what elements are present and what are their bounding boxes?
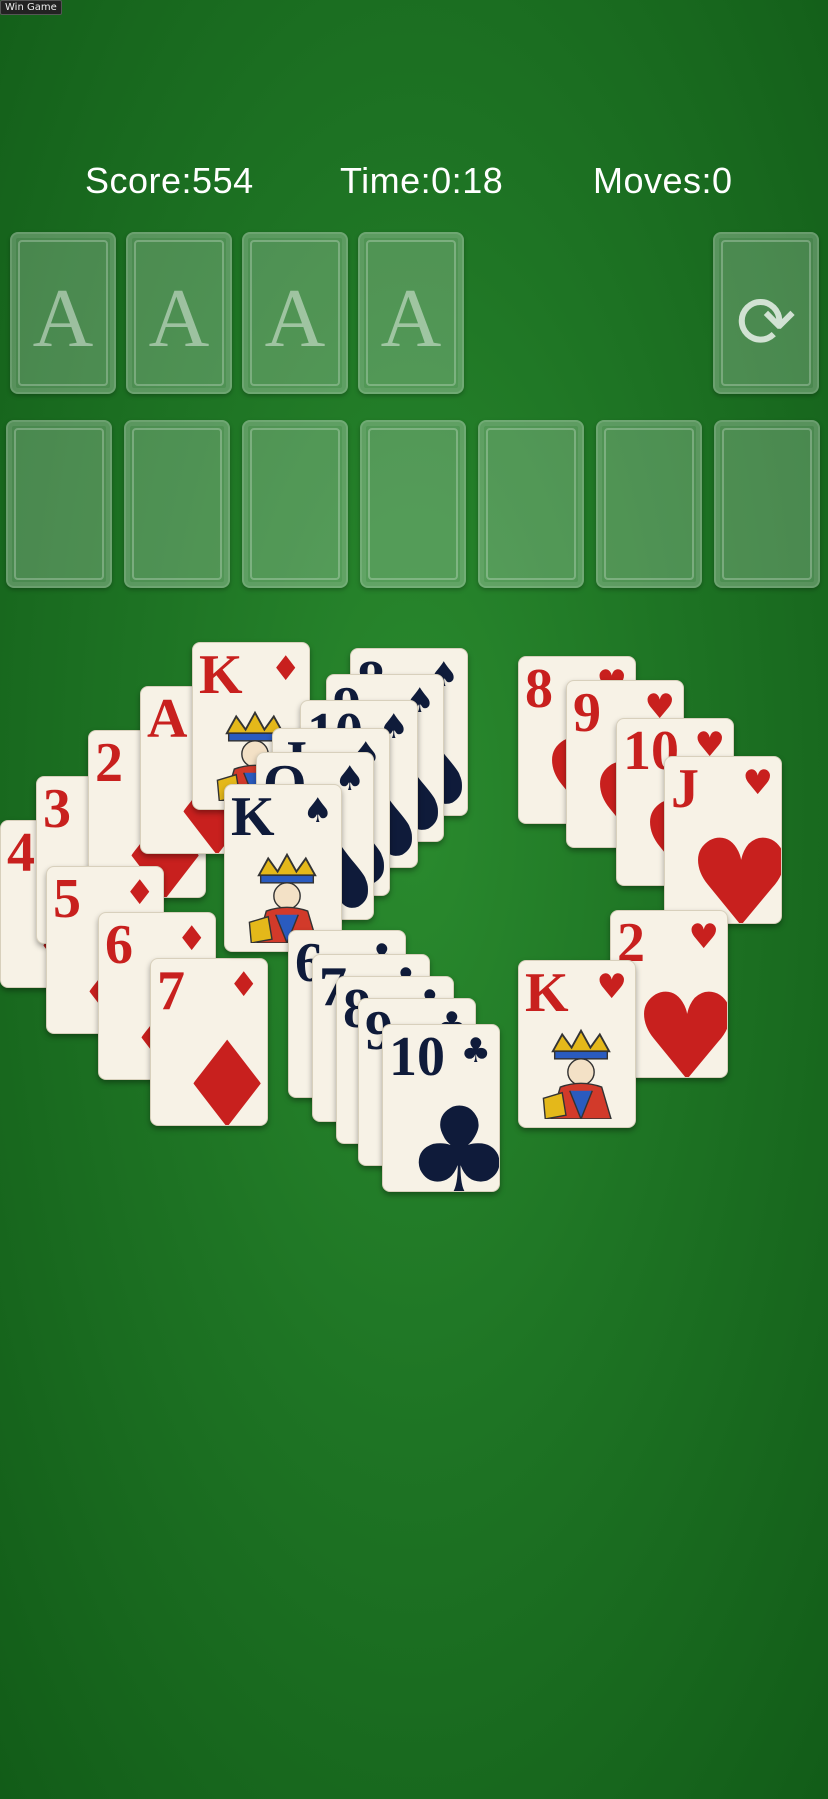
card-rank: 8: [525, 658, 553, 720]
card-rank: 3: [43, 778, 71, 840]
slot-border: [722, 428, 812, 580]
status-bar: Score:554 Time:0:18 Moves:0: [0, 160, 828, 210]
card-rank: J: [671, 758, 699, 820]
foundation-slot-4[interactable]: A: [358, 232, 464, 394]
foundation-slot-2[interactable]: A: [126, 232, 232, 394]
card-suit-icon: ♥: [688, 917, 719, 957]
tableau-column-2[interactable]: [124, 420, 230, 588]
card-suit-icon: ♦: [270, 649, 301, 689]
card-suit-icon: ♥: [596, 967, 627, 1007]
card-suit-icon: ♦: [228, 965, 259, 1005]
card-suit-large-icon: ♥: [633, 979, 727, 1078]
card-suit-icon: ♦: [124, 873, 155, 913]
card-suit-icon: ♦: [176, 919, 207, 959]
card-rank: 9: [573, 682, 601, 744]
foundation-placeholder: A: [380, 272, 442, 365]
slot-border: [250, 428, 340, 580]
card: K ♠: [224, 784, 342, 952]
refresh-icon[interactable]: ⟳: [715, 280, 817, 364]
moves-label: Moves:0: [593, 160, 733, 201]
card-rank: K: [199, 644, 243, 706]
window-tag: Win Game: [0, 0, 62, 15]
slot-border: [14, 428, 104, 580]
tableau-column-3[interactable]: [242, 420, 348, 588]
card-rank: 5: [53, 868, 81, 930]
card-suit-icon: ♥: [742, 763, 773, 803]
king-portrait-icon: [533, 1025, 629, 1121]
foundation-placeholder: A: [264, 272, 326, 365]
tableau-column-7[interactable]: [714, 420, 820, 588]
card-suit-large-icon: ♣: [405, 1093, 499, 1192]
card-rank: 6: [105, 914, 133, 976]
card-rank: K: [231, 786, 275, 848]
card-suit-large-icon: ♦: [173, 1027, 267, 1126]
king-portrait-icon: [239, 849, 335, 945]
card: K ♥: [518, 960, 636, 1128]
slot-border: [604, 428, 694, 580]
foundation-placeholder: A: [148, 272, 210, 365]
card: J♥♥: [664, 756, 782, 924]
score-label: Score:554: [85, 160, 254, 201]
card: 7♦♦: [150, 958, 268, 1126]
card-rank: A: [147, 688, 188, 750]
card-rank: 2: [95, 732, 123, 794]
tableau-column-4[interactable]: [360, 420, 466, 588]
slot-border: [368, 428, 458, 580]
tableau-column-5[interactable]: [478, 420, 584, 588]
time-label: Time:0:18: [340, 160, 504, 201]
tableau-column-6[interactable]: [596, 420, 702, 588]
foundation-placeholder: A: [32, 272, 94, 365]
slot-border: [132, 428, 222, 580]
card-suit-icon: ♠: [302, 791, 333, 831]
card-suit-icon: ♣: [460, 1031, 491, 1071]
card-rank: 7: [157, 960, 185, 1022]
card: 10♣♣: [382, 1024, 500, 1192]
card-rank: K: [525, 962, 569, 1024]
card-rank: 4: [7, 822, 35, 884]
foundation-slot-3[interactable]: A: [242, 232, 348, 394]
slot-border: [486, 428, 576, 580]
card-rank: 10: [389, 1026, 445, 1088]
foundation-slot-1[interactable]: A: [10, 232, 116, 394]
stock-pile[interactable]: ⟳: [713, 232, 819, 394]
tableau-column-1[interactable]: [6, 420, 112, 588]
